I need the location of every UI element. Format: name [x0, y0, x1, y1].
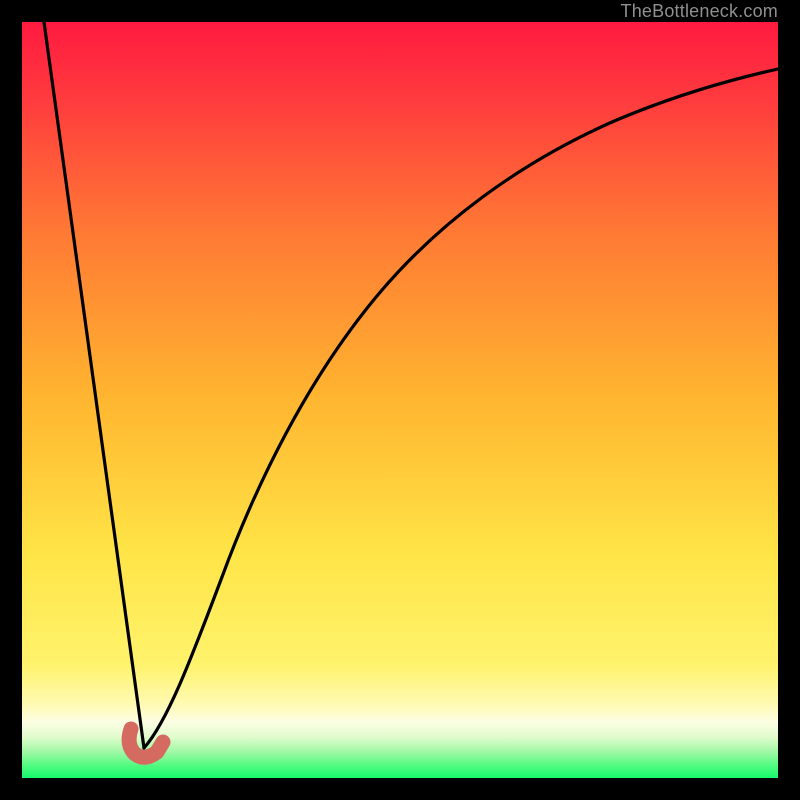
- curve-right-arm: [144, 69, 778, 748]
- bottleneck-curve: [22, 22, 778, 778]
- plot-area: [22, 22, 778, 778]
- watermark-text: TheBottleneck.com: [621, 0, 778, 22]
- curve-left-arm: [44, 22, 144, 748]
- chart-frame: TheBottleneck.com: [0, 0, 800, 800]
